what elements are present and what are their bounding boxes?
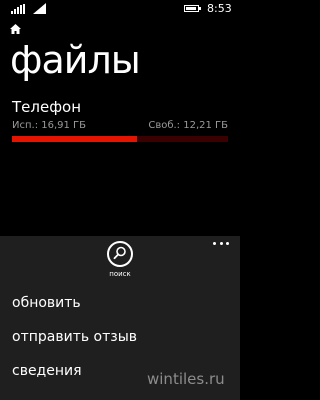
storage-usage-fill [12, 136, 138, 142]
battery-level [186, 7, 196, 10]
cellular-signal-icon [11, 4, 25, 14]
storage-item-phone[interactable]: Телефон Исп.: 16,91 ГБ Своб.: 12,21 ГБ [12, 98, 228, 142]
watermark: wintiles.ru [147, 370, 225, 388]
battery-icon [184, 5, 201, 12]
search-label: поиск [109, 270, 131, 278]
page-title: файлы [10, 38, 141, 82]
storage-usage-bar [12, 136, 228, 142]
ellipsis-dot [219, 241, 223, 245]
more-ellipsis-icon[interactable] [213, 240, 229, 246]
status-bar: 8:53 [0, 0, 240, 18]
ellipsis-dot [213, 241, 216, 245]
search-button[interactable]: поиск [104, 241, 136, 279]
storage-used-text: Исп.: 16,91 ГБ [12, 120, 87, 131]
ellipsis-dot [226, 241, 229, 245]
storage-meta: Исп.: 16,91 ГБ Своб.: 12,21 ГБ [12, 119, 228, 132]
storage-free-text: Своб.: 12,21 ГБ [148, 120, 228, 131]
home-icon[interactable] [10, 24, 21, 34]
search-icon [107, 241, 133, 267]
menu-item-refresh[interactable]: обновить [0, 290, 240, 324]
wifi-icon [33, 3, 46, 14]
status-time: 8:53 [207, 2, 232, 15]
storage-name: Телефон [12, 98, 82, 116]
menu-item-send-feedback[interactable]: отправить отзыв [0, 324, 240, 358]
